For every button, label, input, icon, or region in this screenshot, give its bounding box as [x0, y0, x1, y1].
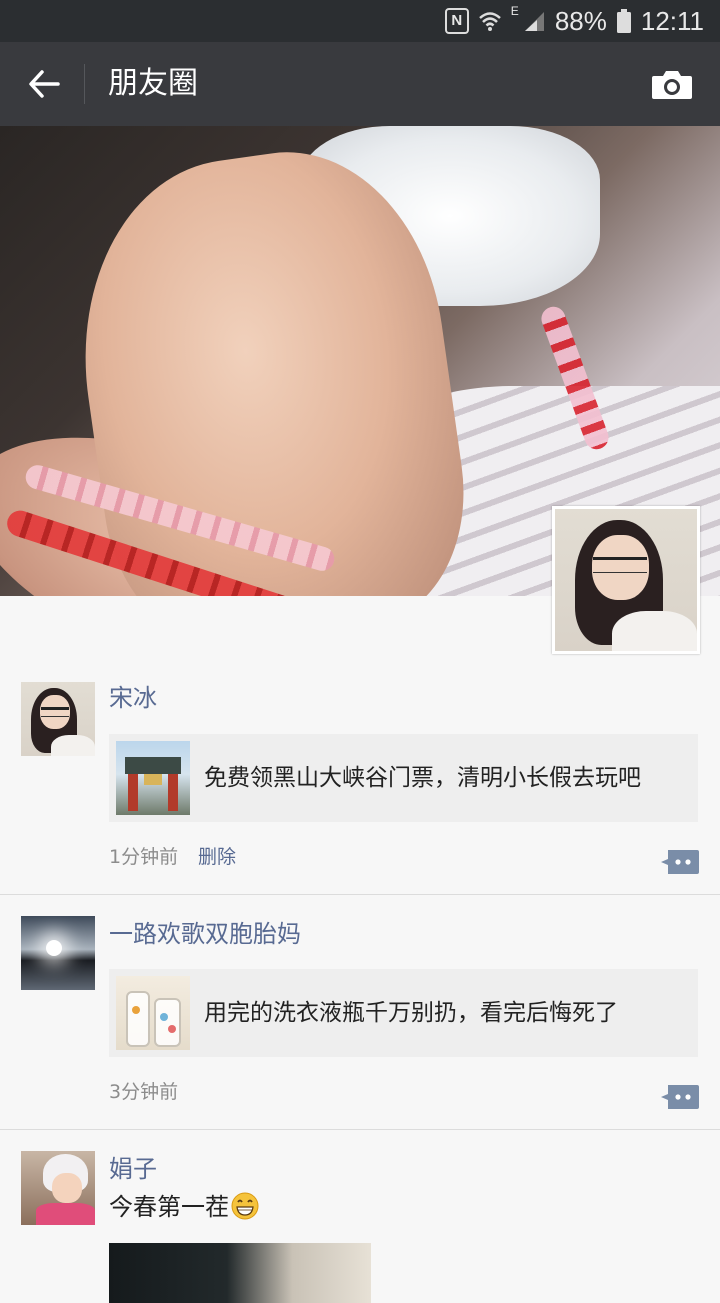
camera-button[interactable]	[648, 64, 696, 104]
feed-post: 娟子 今春第一茬	[0, 1129, 720, 1303]
delete-button[interactable]: 删除	[198, 844, 236, 870]
wifi-icon	[478, 10, 501, 32]
battery-percent: 88%	[554, 5, 607, 36]
post-avatar[interactable]	[21, 682, 95, 756]
post-avatar[interactable]	[21, 1151, 95, 1225]
comment-button[interactable]	[660, 1083, 700, 1111]
post-time: 1分钟前	[109, 846, 179, 868]
back-button[interactable]	[20, 60, 68, 108]
post-author[interactable]: 宋冰	[109, 682, 157, 714]
status-bar: N E 88% 12:11	[0, 0, 720, 42]
title-bar: 朋友圈	[0, 42, 720, 126]
post-avatar[interactable]	[21, 916, 95, 990]
status-icons: N E 88% 12:11	[444, 0, 704, 42]
comment-button[interactable]	[660, 848, 700, 876]
feed-post: 宋冰 免费领黑山大峡谷门票，清明小长假去玩吧 1分钟前 删除	[0, 658, 720, 895]
post-author[interactable]: 娟子	[109, 1153, 157, 1185]
post-text-content: 今春第一茬	[109, 1193, 229, 1221]
post-author[interactable]: 一路欢歌双胞胎妈	[109, 918, 301, 950]
post-photo[interactable]	[109, 1243, 371, 1303]
title-divider	[84, 64, 85, 104]
network-type-label: E	[510, 4, 519, 18]
link-card[interactable]: 用完的洗衣液瓶千万别扔，看完后悔死了	[109, 969, 698, 1057]
signal-icon	[523, 10, 545, 32]
link-card[interactable]: 免费领黑山大峡谷门票，清明小长假去玩吧	[109, 734, 698, 822]
link-title: 免费领黑山大峡谷门票，清明小长假去玩吧	[204, 765, 641, 791]
post-time: 3分钟前	[109, 1081, 179, 1103]
comment-icon	[661, 1085, 699, 1109]
link-thumbnail	[116, 976, 190, 1050]
battery-icon	[616, 9, 631, 33]
camera-icon	[652, 71, 692, 99]
comment-icon	[661, 850, 699, 874]
clock: 12:11	[640, 5, 704, 36]
page-title: 朋友圈	[108, 66, 198, 101]
nfc-icon: N	[444, 8, 469, 34]
post-text: 今春第一茬	[109, 1191, 259, 1223]
back-arrow-icon	[29, 70, 60, 98]
grin-emoji-icon	[231, 1192, 259, 1220]
link-thumbnail	[116, 741, 190, 815]
cover-avatar[interactable]	[552, 506, 700, 654]
link-title: 用完的洗衣液瓶千万别扔，看完后悔死了	[204, 1000, 618, 1026]
feed-post: 一路欢歌双胞胎妈 用完的洗衣液瓶千万别扔，看完后悔死了 3分钟前	[0, 894, 720, 1130]
